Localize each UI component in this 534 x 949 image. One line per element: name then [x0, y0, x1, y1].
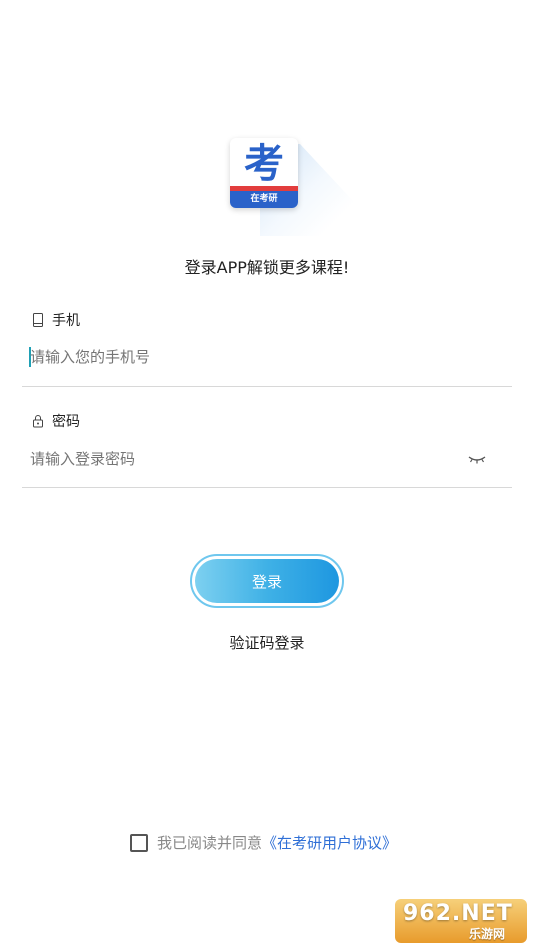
password-divider [22, 487, 512, 488]
logo-glyph: 考 [244, 141, 284, 187]
agreement-row: 我已阅读并同意 《在考研用户协议》 [130, 832, 397, 853]
phone-label: 手机 [32, 310, 80, 330]
password-label: 密码 [32, 411, 80, 431]
tagline: 登录APP解锁更多课程! [184, 258, 350, 277]
phone-divider [22, 386, 512, 387]
agreement-link[interactable]: 《在考研用户协议》 [262, 832, 397, 853]
sms-login-link[interactable]: 验证码登录 [0, 632, 534, 653]
agreement-checkbox[interactable] [130, 833, 148, 852]
phone-label-text: 手机 [52, 313, 80, 329]
login-button-label: 登录 [195, 559, 339, 603]
phone-input[interactable] [30, 346, 460, 368]
watermark-logo: 962.NET 乐游网 [395, 899, 527, 943]
login-button[interactable]: 登录 [190, 554, 344, 608]
lock-icon [33, 415, 43, 428]
logo-band-text: 在考研 [230, 191, 298, 208]
eye-closed-icon[interactable] [466, 451, 488, 467]
phone-icon [33, 313, 43, 327]
watermark-text: 962.NET [403, 901, 513, 926]
password-label-text: 密码 [52, 414, 80, 430]
password-input[interactable] [30, 448, 450, 470]
watermark-subtext: 乐游网 [469, 927, 506, 941]
logo-card: 考 在考研 [230, 138, 298, 208]
app-logo: 考 在考研 [230, 138, 360, 238]
agreement-prefix: 我已阅读并同意 [157, 834, 263, 852]
